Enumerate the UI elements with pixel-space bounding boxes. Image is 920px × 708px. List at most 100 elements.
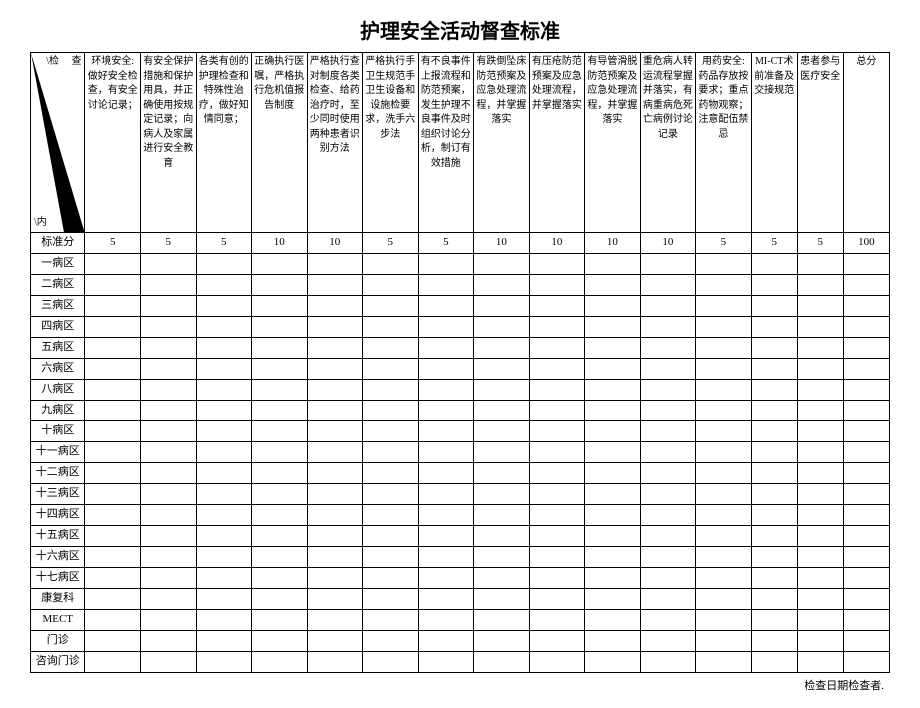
score-cell[interactable] [696, 337, 752, 358]
score-cell[interactable] [252, 274, 308, 295]
score-cell[interactable] [85, 463, 141, 484]
score-cell[interactable] [474, 588, 530, 609]
score-cell[interactable] [418, 588, 474, 609]
score-cell[interactable] [140, 651, 196, 672]
score-cell[interactable] [252, 421, 308, 442]
score-cell[interactable] [252, 505, 308, 526]
score-cell[interactable] [843, 568, 889, 589]
score-cell[interactable] [474, 463, 530, 484]
score-cell[interactable] [140, 337, 196, 358]
score-cell[interactable] [797, 421, 843, 442]
score-cell[interactable] [418, 484, 474, 505]
score-cell[interactable] [751, 505, 797, 526]
score-cell[interactable] [307, 337, 363, 358]
score-cell[interactable] [85, 484, 141, 505]
score-cell[interactable] [474, 651, 530, 672]
score-cell[interactable] [474, 358, 530, 379]
score-cell[interactable] [797, 295, 843, 316]
score-cell[interactable] [640, 274, 696, 295]
score-cell[interactable] [363, 442, 419, 463]
score-cell[interactable] [307, 526, 363, 547]
score-cell[interactable] [640, 442, 696, 463]
score-cell[interactable] [843, 295, 889, 316]
score-cell[interactable] [640, 484, 696, 505]
score-cell[interactable] [474, 274, 530, 295]
score-cell[interactable] [640, 630, 696, 651]
score-cell[interactable] [696, 630, 752, 651]
score-cell[interactable] [418, 316, 474, 337]
score-cell[interactable] [363, 295, 419, 316]
score-cell[interactable] [696, 484, 752, 505]
score-cell[interactable] [585, 568, 641, 589]
score-cell[interactable] [529, 568, 585, 589]
score-cell[interactable] [85, 442, 141, 463]
score-cell[interactable] [85, 651, 141, 672]
score-cell[interactable] [363, 337, 419, 358]
score-cell[interactable] [307, 484, 363, 505]
score-cell[interactable] [252, 609, 308, 630]
score-cell[interactable] [140, 547, 196, 568]
score-cell[interactable] [85, 588, 141, 609]
score-cell[interactable] [85, 568, 141, 589]
score-cell[interactable] [751, 358, 797, 379]
score-cell[interactable] [696, 316, 752, 337]
score-cell[interactable] [196, 526, 252, 547]
score-cell[interactable] [585, 484, 641, 505]
score-cell[interactable] [797, 358, 843, 379]
score-cell[interactable] [196, 379, 252, 400]
score-cell[interactable] [363, 547, 419, 568]
score-cell[interactable] [85, 526, 141, 547]
score-cell[interactable] [418, 274, 474, 295]
score-cell[interactable] [363, 358, 419, 379]
score-cell[interactable] [363, 505, 419, 526]
score-cell[interactable] [474, 379, 530, 400]
score-cell[interactable] [140, 442, 196, 463]
score-cell[interactable] [418, 358, 474, 379]
score-cell[interactable] [196, 421, 252, 442]
score-cell[interactable] [640, 316, 696, 337]
score-cell[interactable] [797, 588, 843, 609]
score-cell[interactable] [363, 651, 419, 672]
score-cell[interactable] [843, 274, 889, 295]
score-cell[interactable] [363, 568, 419, 589]
score-cell[interactable] [696, 568, 752, 589]
score-cell[interactable] [696, 400, 752, 421]
score-cell[interactable] [529, 316, 585, 337]
score-cell[interactable] [585, 421, 641, 442]
score-cell[interactable] [797, 484, 843, 505]
score-cell[interactable] [363, 421, 419, 442]
score-cell[interactable] [307, 630, 363, 651]
score-cell[interactable] [252, 568, 308, 589]
score-cell[interactable] [585, 442, 641, 463]
score-cell[interactable] [843, 588, 889, 609]
score-cell[interactable] [843, 253, 889, 274]
score-cell[interactable] [696, 442, 752, 463]
score-cell[interactable] [751, 253, 797, 274]
score-cell[interactable] [363, 588, 419, 609]
score-cell[interactable] [797, 274, 843, 295]
score-cell[interactable] [85, 316, 141, 337]
score-cell[interactable] [797, 442, 843, 463]
score-cell[interactable] [640, 358, 696, 379]
score-cell[interactable] [696, 295, 752, 316]
score-cell[interactable] [140, 568, 196, 589]
score-cell[interactable] [640, 400, 696, 421]
score-cell[interactable] [196, 316, 252, 337]
score-cell[interactable] [797, 547, 843, 568]
score-cell[interactable] [85, 609, 141, 630]
score-cell[interactable] [696, 379, 752, 400]
score-cell[interactable] [696, 588, 752, 609]
score-cell[interactable] [140, 588, 196, 609]
score-cell[interactable] [843, 484, 889, 505]
score-cell[interactable] [585, 609, 641, 630]
score-cell[interactable] [843, 379, 889, 400]
score-cell[interactable] [363, 400, 419, 421]
score-cell[interactable] [843, 400, 889, 421]
score-cell[interactable] [307, 463, 363, 484]
score-cell[interactable] [751, 421, 797, 442]
score-cell[interactable] [252, 630, 308, 651]
score-cell[interactable] [585, 337, 641, 358]
score-cell[interactable] [307, 588, 363, 609]
score-cell[interactable] [196, 609, 252, 630]
score-cell[interactable] [418, 547, 474, 568]
